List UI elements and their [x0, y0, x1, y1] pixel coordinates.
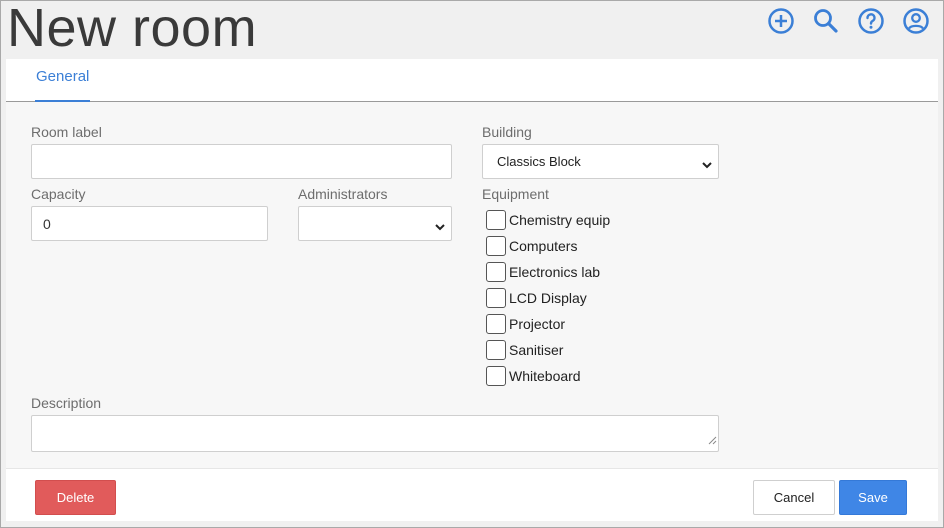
- header-toolbar: [765, 5, 931, 36]
- equipment-item[interactable]: Sanitiser: [486, 339, 563, 361]
- administrators-select[interactable]: [298, 206, 452, 241]
- checkbox[interactable]: [486, 236, 506, 256]
- equipment-item-label: Chemistry equip: [509, 212, 611, 228]
- equipment-item-label: Computers: [509, 238, 578, 254]
- user-account-icon[interactable]: [900, 5, 931, 36]
- equipment-item-label: Sanitiser: [509, 342, 564, 358]
- capacity-label: Capacity: [31, 186, 86, 202]
- equipment-item[interactable]: LCD Display: [486, 287, 587, 309]
- resize-handle-icon[interactable]: [708, 432, 717, 450]
- checkbox[interactable]: [486, 288, 506, 308]
- equipment-item[interactable]: Electronics lab: [486, 261, 600, 283]
- checkbox[interactable]: [486, 210, 506, 230]
- save-button[interactable]: Save: [839, 480, 907, 515]
- equipment-item[interactable]: Chemistry equip: [486, 209, 610, 231]
- equipment-item-label: LCD Display: [509, 290, 587, 306]
- building-label: Building: [482, 124, 532, 140]
- page-title: New room: [7, 0, 258, 58]
- equipment-item-label: Projector: [509, 316, 566, 332]
- tab-bar: General: [6, 59, 938, 102]
- description-label: Description: [31, 395, 102, 411]
- chevron-down-icon: [435, 219, 445, 234]
- delete-button[interactable]: Delete: [35, 480, 116, 515]
- equipment-item[interactable]: Computers: [486, 235, 577, 257]
- checkbox[interactable]: [486, 314, 506, 334]
- help-circle-icon[interactable]: [855, 5, 886, 36]
- room-label-input[interactable]: [31, 144, 452, 179]
- app-window: New room General Room label Building Cla…: [0, 0, 944, 528]
- equipment-label: Equipment: [482, 186, 549, 202]
- checkbox[interactable]: [486, 340, 506, 360]
- capacity-input[interactable]: 0: [31, 206, 268, 241]
- chevron-down-icon: [702, 157, 712, 172]
- add-circle-icon[interactable]: [765, 5, 796, 36]
- description-textarea[interactable]: [31, 415, 719, 452]
- form-card: General Room label Building Classics Blo…: [6, 59, 938, 521]
- equipment-item-label: Whiteboard: [509, 368, 581, 384]
- equipment-item-label: Electronics lab: [509, 264, 601, 280]
- checkbox[interactable]: [486, 262, 506, 282]
- equipment-item[interactable]: Whiteboard: [486, 365, 581, 387]
- equipment-item[interactable]: Projector: [486, 313, 565, 335]
- checkbox[interactable]: [486, 366, 506, 386]
- cancel-button[interactable]: Cancel: [753, 480, 835, 515]
- room-label-label: Room label: [31, 124, 102, 140]
- administrators-label: Administrators: [298, 186, 388, 202]
- tab-general[interactable]: General: [35, 59, 91, 102]
- room-form: Room label Building Classics Block Capac…: [6, 102, 938, 468]
- search-icon[interactable]: [810, 5, 841, 36]
- form-footer: Delete Cancel Save: [6, 468, 938, 521]
- building-select[interactable]: Classics Block: [482, 144, 719, 179]
- building-selected-value: Classics Block: [497, 154, 581, 169]
